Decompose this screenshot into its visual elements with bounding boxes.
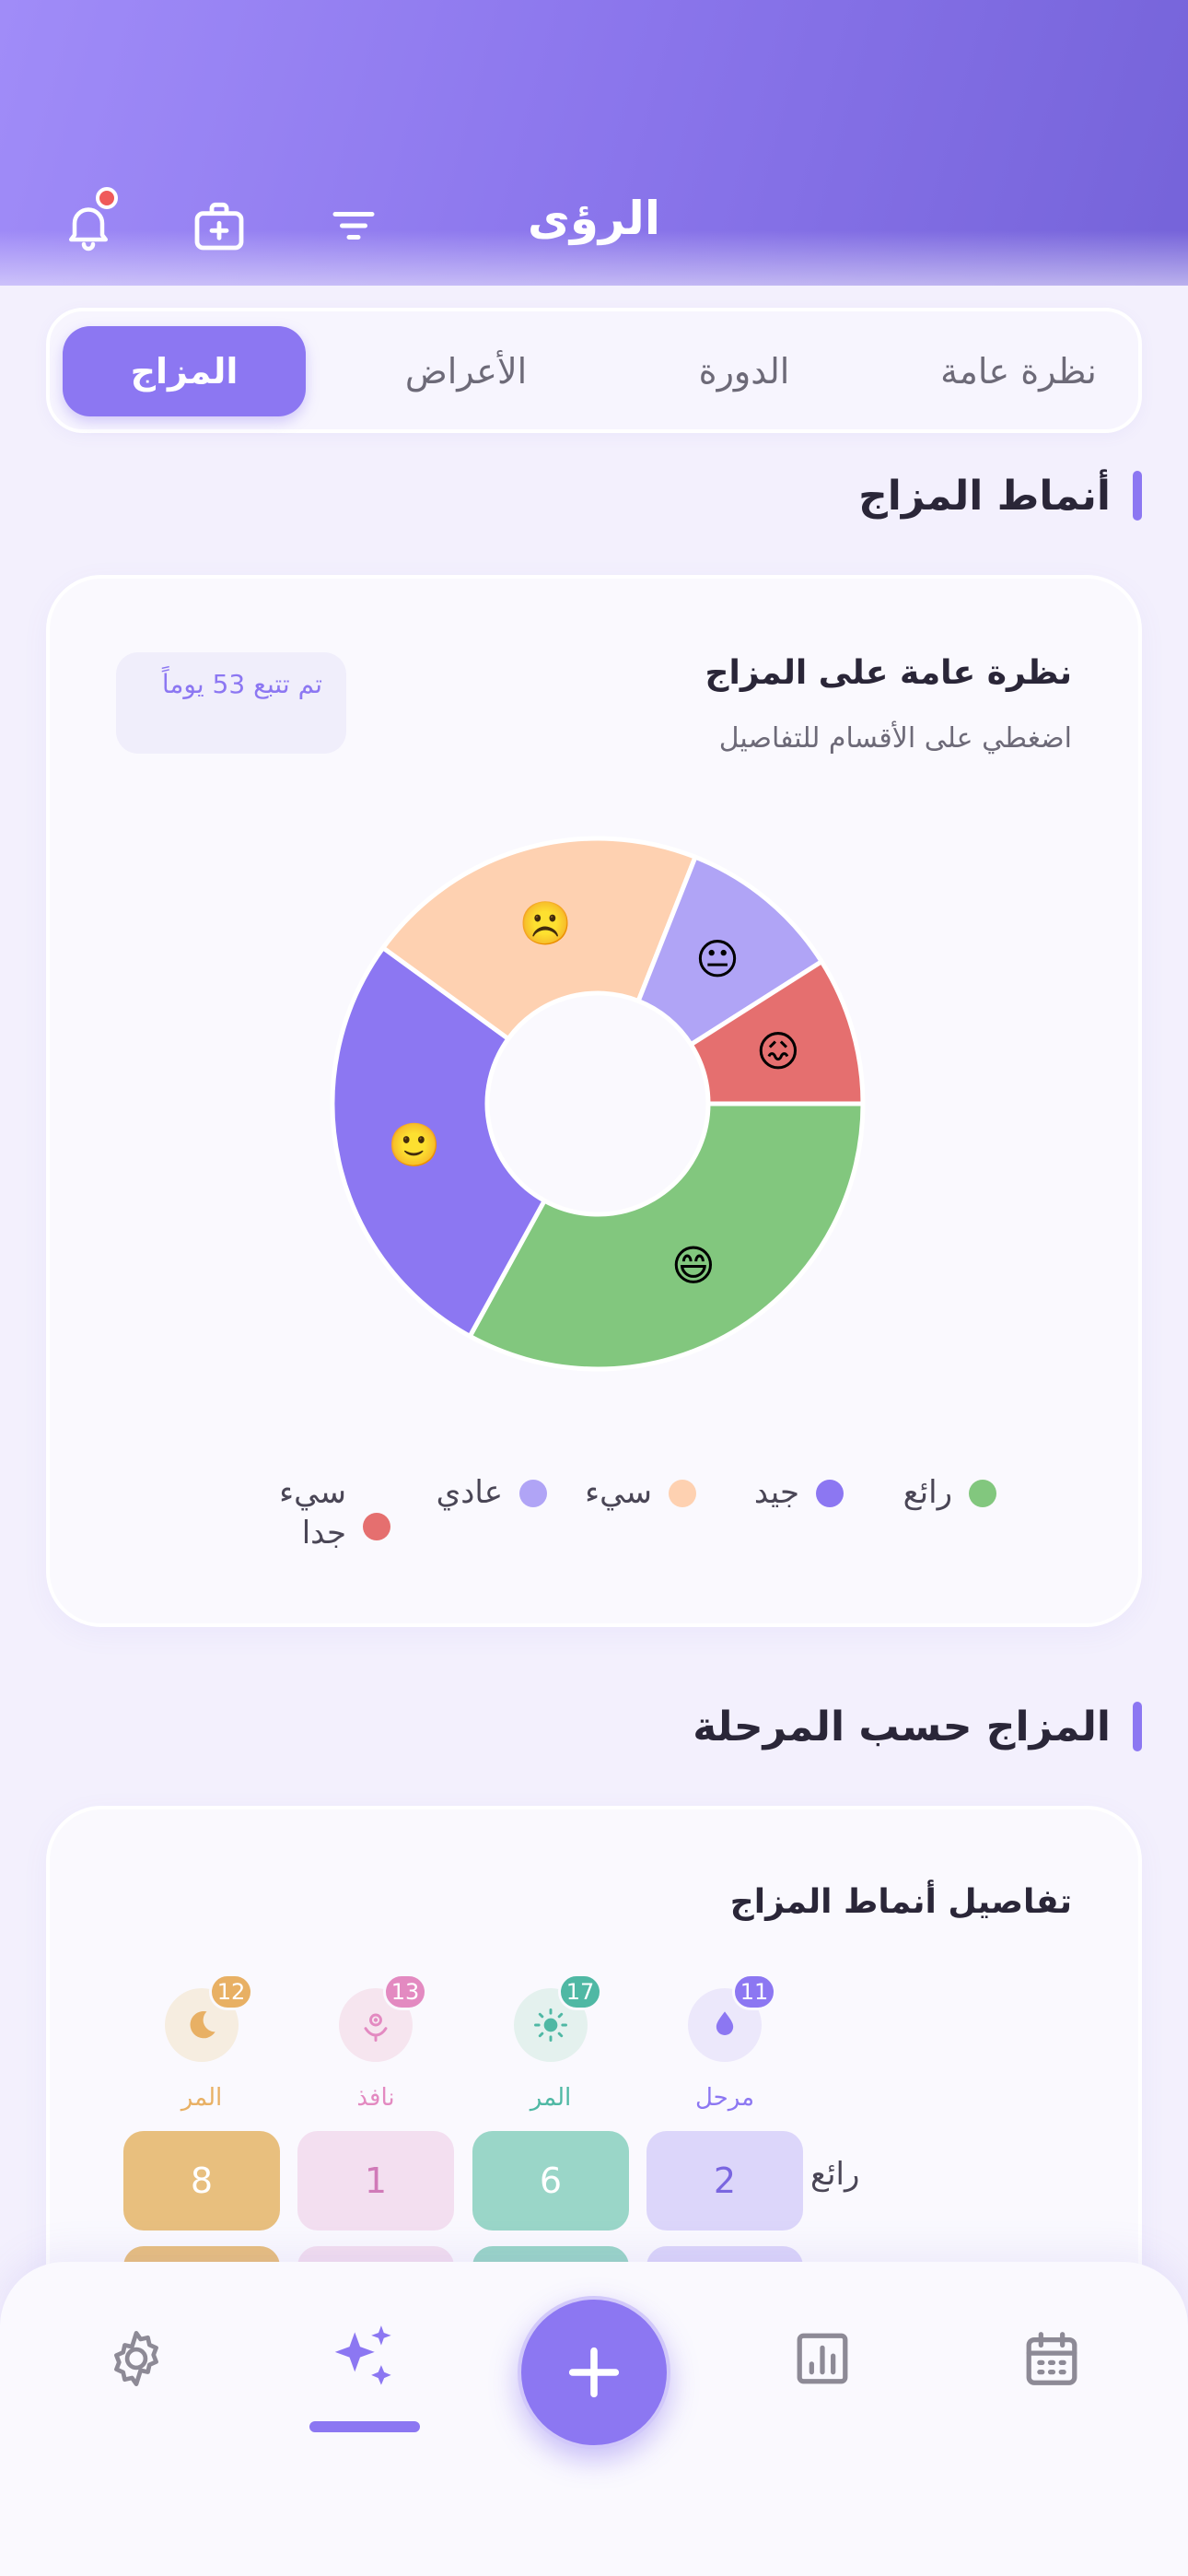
phase-label: مرحل bbox=[694, 2084, 755, 2112]
tab-symptoms[interactable]: الأعراض bbox=[344, 326, 588, 416]
phase-count-badge: 11 bbox=[732, 1973, 776, 2010]
gear-icon bbox=[114, 2330, 158, 2387]
add-entry-button[interactable] bbox=[518, 2296, 670, 2449]
mood-patterns-section-header: أنماط المزاج bbox=[858, 468, 1142, 523]
medical-kit-icon bbox=[194, 202, 244, 251]
phase-count-badge: 17 bbox=[558, 1973, 602, 2010]
mood-phase-cell[interactable]: 1 bbox=[297, 2131, 454, 2231]
nav-insights[interactable] bbox=[323, 2317, 406, 2400]
calendar-icon bbox=[1026, 2332, 1077, 2385]
mood-patterns-title: أنماط المزاج bbox=[858, 472, 1111, 520]
page-title: الرؤى bbox=[528, 192, 660, 245]
legend-dot bbox=[969, 1480, 996, 1507]
slice-emoji-4: 😖 bbox=[756, 1026, 800, 1076]
legend-dot bbox=[816, 1480, 844, 1507]
legend-item-neutral: عادي bbox=[437, 1472, 547, 1513]
legend-item-great: رائع bbox=[903, 1472, 996, 1513]
legend-dot bbox=[669, 1480, 696, 1507]
slice-emoji-2: ☹️ bbox=[518, 898, 571, 948]
slice-emoji-0: 😄 bbox=[671, 1241, 716, 1291]
phase-label: المر bbox=[530, 2084, 572, 2112]
sun-icon: 17 bbox=[514, 1973, 602, 2062]
mood-overview-subtitle: اضغطي على الأقسام للتفاصيل bbox=[718, 722, 1072, 755]
moon-icon: 12 bbox=[165, 1973, 253, 2062]
sparkles-icon bbox=[334, 2325, 391, 2385]
insights-tab-bar: نظرة عامة الدورة الأعراض المزاج bbox=[46, 308, 1142, 433]
phase-label: نافذ bbox=[356, 2084, 395, 2112]
legend-dot bbox=[519, 1480, 547, 1507]
mood-details-title: تفاصيل أنماط المزاج bbox=[729, 1883, 1072, 1921]
slice-emoji-1: 🙂 bbox=[388, 1120, 440, 1170]
donut-slice-0[interactable] bbox=[466, 1101, 866, 1372]
bar-chart-icon bbox=[797, 2333, 848, 2384]
flower-icon: 13 bbox=[339, 1973, 427, 2062]
legend-item-bad: سيء bbox=[585, 1472, 696, 1513]
section-accent-bar bbox=[1133, 1702, 1142, 1751]
phase-count-badge: 13 bbox=[383, 1973, 427, 2010]
legend-label: عادي bbox=[436, 1474, 503, 1511]
mood-by-phase-title: المزاج حسب المرحلة bbox=[693, 1703, 1111, 1751]
slice-emoji-3: 😐 bbox=[695, 934, 740, 984]
mood-by-phase-section-header: المزاج حسب المرحلة bbox=[693, 1699, 1142, 1754]
legend-item-good: جيد bbox=[754, 1472, 844, 1513]
mood-phase-cell[interactable]: 8 bbox=[123, 2131, 280, 2231]
filter-button[interactable] bbox=[317, 189, 390, 263]
plus-icon bbox=[568, 2347, 620, 2398]
mood-phase-cell[interactable]: 6 bbox=[472, 2131, 629, 2231]
legend-label: سيء bbox=[585, 1474, 652, 1511]
legend-label: جيد bbox=[753, 1474, 799, 1511]
drop-icon: 11 bbox=[688, 1973, 776, 2062]
filter-icon bbox=[332, 212, 375, 240]
mood-phase-cell[interactable]: 2 bbox=[646, 2131, 803, 2231]
section-accent-bar bbox=[1133, 471, 1142, 521]
phase-count-badge: 12 bbox=[209, 1973, 253, 2010]
notifications-button[interactable] bbox=[52, 187, 125, 263]
tab-cycle[interactable]: الدورة bbox=[623, 326, 866, 416]
mood-overview-title: نظرة عامة على المزاج bbox=[705, 654, 1072, 692]
tab-mood[interactable]: المزاج bbox=[63, 326, 306, 416]
nav-settings[interactable] bbox=[95, 2317, 178, 2400]
notification-dot bbox=[96, 187, 118, 209]
legend-label: رائع bbox=[903, 1474, 952, 1511]
header-banner: الرؤى bbox=[0, 0, 1188, 286]
tracked-days-badge: تم تتبع 53 يوماً bbox=[116, 652, 346, 754]
mood-donut-chart[interactable]: 😄 🙂 ☹️ 😐 😖 bbox=[321, 827, 874, 1380]
mood-legend: رائع جيد سيء عادي سيء جدا bbox=[50, 1472, 1146, 1583]
legend-item-very-bad: سيء جدا bbox=[273, 1472, 390, 1553]
nav-active-indicator bbox=[309, 2421, 420, 2432]
mood-row-label: رائع bbox=[810, 2156, 860, 2193]
medical-kit-button[interactable] bbox=[182, 189, 256, 263]
nav-stats[interactable] bbox=[781, 2317, 864, 2400]
legend-label: سيء جدا bbox=[279, 1474, 346, 1552]
mood-overview-card: نظرة عامة على المزاج اضغطي على الأقسام ل… bbox=[46, 575, 1142, 1627]
legend-dot bbox=[363, 1513, 390, 1540]
nav-calendar[interactable] bbox=[1010, 2317, 1093, 2400]
phase-label: المر bbox=[181, 2084, 223, 2112]
tab-overview[interactable]: نظرة عامة bbox=[897, 326, 1140, 416]
